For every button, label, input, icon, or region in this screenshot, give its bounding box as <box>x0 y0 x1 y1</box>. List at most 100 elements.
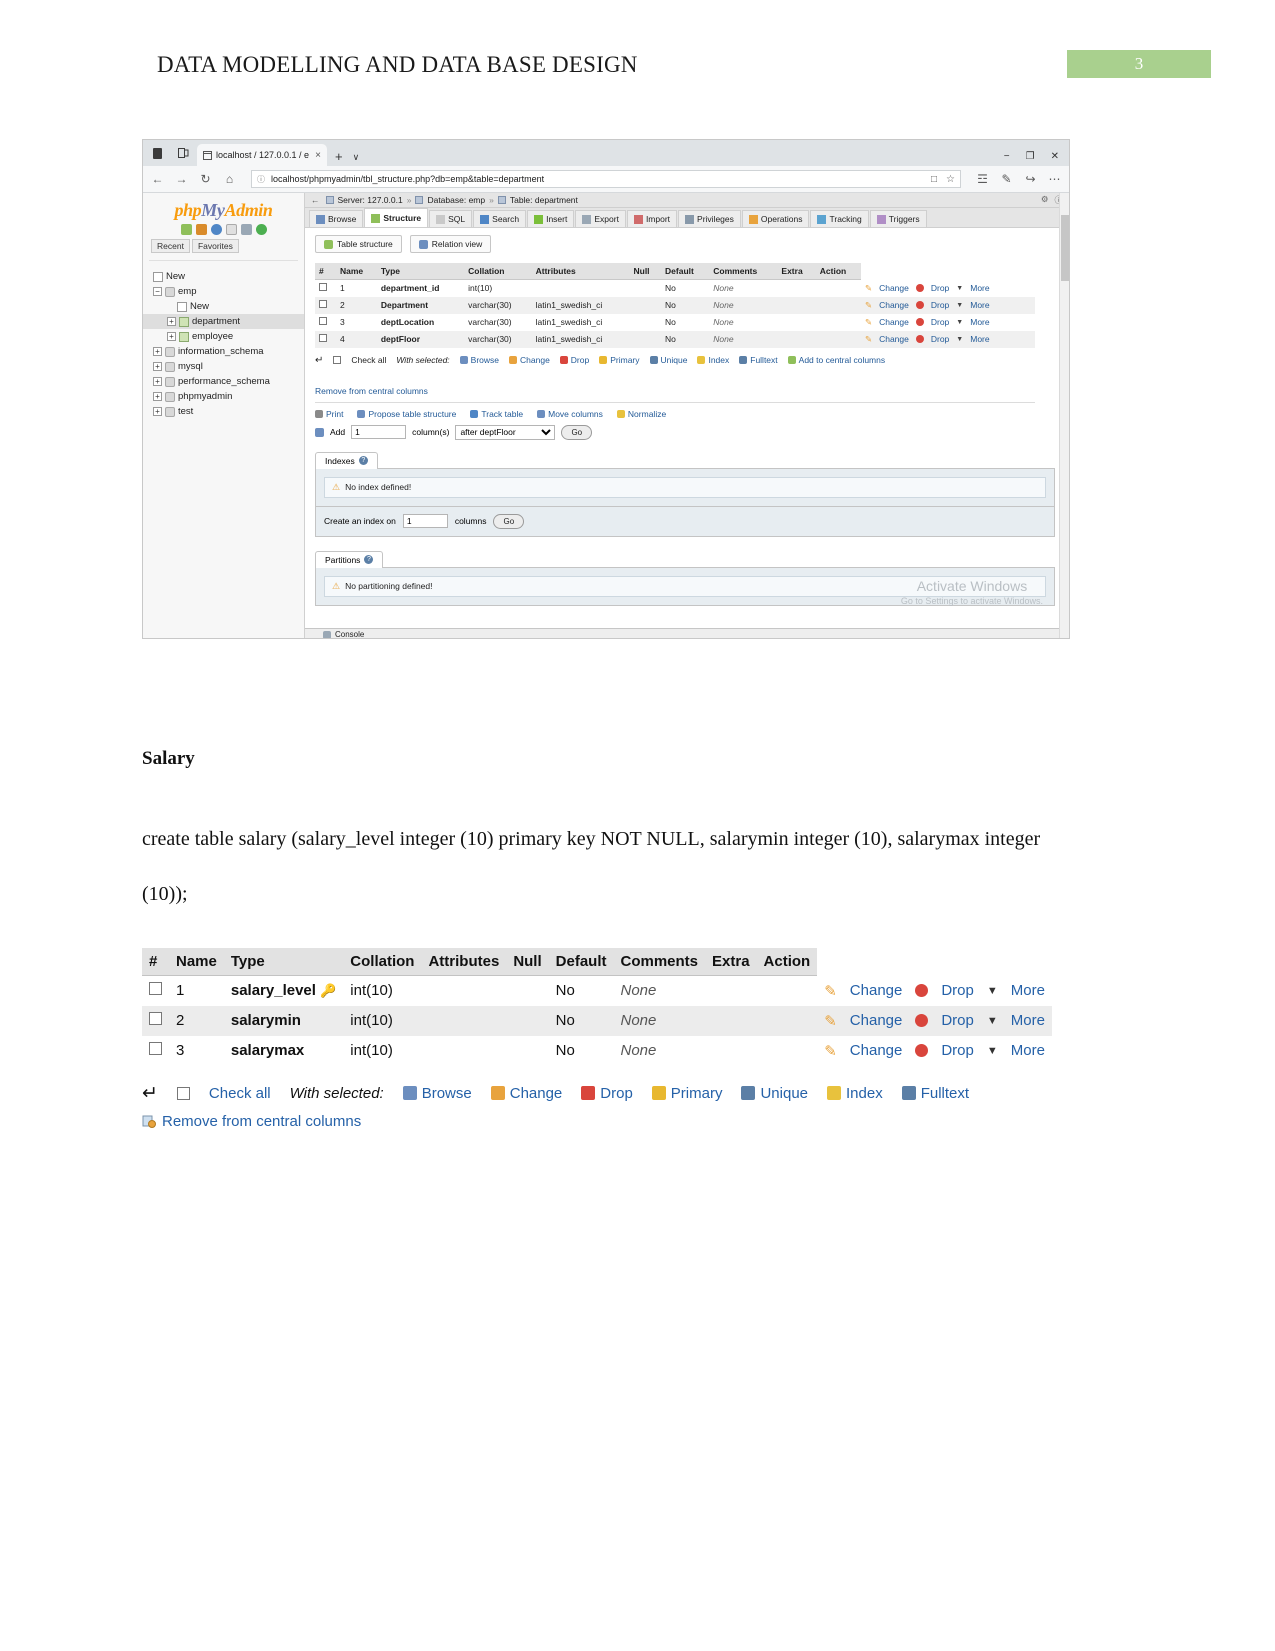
close-tab-icon[interactable]: × <box>315 150 321 161</box>
help-icon[interactable]: ? <box>364 555 374 564</box>
link-label[interactable]: Print <box>326 409 343 419</box>
tab-insert[interactable]: Insert <box>527 210 575 227</box>
more-link[interactable]: More <box>1011 1042 1045 1059</box>
expander-icon[interactable]: − <box>153 287 162 296</box>
column-header-collation[interactable]: Collation <box>464 263 532 280</box>
reload-icon[interactable]: ↻ <box>199 172 212 186</box>
drop-link[interactable]: Drop <box>931 300 949 310</box>
column-header-extra[interactable]: Extra <box>705 948 757 976</box>
column-header-type[interactable]: Type <box>376 263 465 280</box>
remove-from-central-columns-link[interactable]: Remove from central columns <box>315 386 428 396</box>
check-all-label[interactable]: Check all <box>351 355 386 365</box>
chevron-down-icon[interactable]: ▼ <box>956 319 963 326</box>
sql-icon[interactable] <box>195 224 207 235</box>
back-icon[interactable]: ← <box>151 172 164 186</box>
row-checkbox[interactable] <box>149 982 162 996</box>
more-options-icon[interactable]: ⋯ <box>1048 172 1061 186</box>
tree-item-test[interactable]: + test <box>143 404 304 419</box>
create-index-go-button[interactable]: Go <box>493 513 525 529</box>
with-selected-drop[interactable]: Drop <box>581 1085 633 1102</box>
remove-from-central-columns-link[interactable]: Remove from central columns <box>162 1113 361 1130</box>
link-label[interactable]: Fulltext <box>921 1085 969 1102</box>
with-selected-add-to-central-columns[interactable]: Add to central columns <box>787 355 885 365</box>
expander-icon[interactable]: + <box>153 407 162 416</box>
console-bar[interactable]: Console <box>305 628 1069 638</box>
change-link[interactable]: Change <box>850 982 903 999</box>
column-header-attributes[interactable]: Attributes <box>421 948 507 976</box>
tree-item-new[interactable]: New <box>143 299 304 314</box>
with-selected-index[interactable]: Index <box>827 1085 883 1102</box>
tab-import[interactable]: Import <box>626 210 678 227</box>
tab-table-structure[interactable]: Table structure <box>315 235 402 253</box>
create-index-count-input[interactable] <box>402 514 448 528</box>
add-position-select[interactable]: after deptFloor <box>455 424 556 440</box>
tree-item-employee[interactable]: + employee <box>143 329 304 344</box>
maximize-button[interactable]: ❐ <box>1026 151 1035 162</box>
breadcrumb-database[interactable]: Database: emp <box>427 195 485 205</box>
drop-link[interactable]: Drop <box>931 317 949 327</box>
close-window-button[interactable]: ✕ <box>1051 151 1059 162</box>
more-link[interactable]: More <box>970 317 989 327</box>
globe-icon[interactable] <box>210 224 222 235</box>
link-label[interactable]: Change <box>510 1085 563 1102</box>
operation-track-table[interactable]: Track table <box>470 409 523 419</box>
with-selected-change[interactable]: Change <box>490 1085 563 1102</box>
link-label[interactable]: Primary <box>671 1085 723 1102</box>
column-header-name[interactable]: Name <box>169 948 224 976</box>
link-label[interactable]: Fulltext <box>750 355 777 365</box>
chevron-down-icon[interactable]: ▼ <box>987 1015 998 1027</box>
with-selected-primary[interactable]: Primary <box>651 1085 723 1102</box>
column-header-default[interactable]: Default <box>661 263 710 280</box>
more-link[interactable]: More <box>970 334 989 344</box>
link-label[interactable]: Unique <box>760 1085 808 1102</box>
forward-icon[interactable]: → <box>175 172 188 186</box>
tree-item-emp[interactable]: − emp <box>143 284 304 299</box>
help-icon[interactable]: ? <box>358 456 368 465</box>
column-header-attributes[interactable]: Attributes <box>531 263 630 280</box>
row-checkbox[interactable] <box>149 1012 162 1025</box>
sidebar-recent-button[interactable]: Recent <box>151 239 190 253</box>
breadcrumb-back-icon[interactable]: ← <box>311 195 320 205</box>
breadcrumb-server[interactable]: Server: 127.0.0.1 <box>338 195 403 205</box>
tab-relation-view[interactable]: Relation view <box>409 235 492 253</box>
settings-icon[interactable] <box>240 224 252 235</box>
row-select-cell[interactable] <box>315 330 336 348</box>
more-link[interactable]: More <box>970 300 989 310</box>
sidebar-favorites-button[interactable]: Favorites <box>191 239 239 253</box>
tree-item-performance_schema[interactable]: + performance_schema <box>143 374 304 389</box>
with-selected-unique[interactable]: Unique <box>649 355 687 365</box>
tab-sql[interactable]: SQL <box>429 210 473 227</box>
link-label[interactable]: Browse <box>471 355 499 365</box>
chevron-down-icon[interactable]: ▼ <box>956 285 963 292</box>
with-selected-unique[interactable]: Unique <box>741 1085 808 1102</box>
drop-link[interactable]: Drop <box>941 1012 974 1029</box>
change-link[interactable]: Change <box>850 1012 903 1029</box>
column-header-collation[interactable]: Collation <box>343 948 422 976</box>
site-info-icon[interactable]: ⓘ <box>257 174 265 185</box>
column-header-null[interactable]: Null <box>506 948 549 976</box>
with-selected-fulltext[interactable]: Fulltext <box>901 1085 969 1102</box>
link-label[interactable]: Drop <box>600 1085 633 1102</box>
drop-link[interactable]: Drop <box>931 334 949 344</box>
row-select-cell[interactable] <box>315 296 336 314</box>
chevron-down-icon[interactable]: ▼ <box>987 1045 998 1057</box>
row-select-cell[interactable] <box>142 1005 169 1036</box>
row-checkbox[interactable] <box>319 283 327 292</box>
expander-icon[interactable]: + <box>153 362 162 371</box>
link-label[interactable]: Primary <box>610 355 639 365</box>
tab-triggers[interactable]: Triggers <box>869 210 927 227</box>
link-label[interactable]: Normalize <box>628 409 666 419</box>
drop-link[interactable]: Drop <box>931 283 949 293</box>
column-header-num[interactable]: # <box>315 263 336 280</box>
column-header-default[interactable]: Default <box>548 948 614 976</box>
column-header-type[interactable]: Type <box>223 948 344 976</box>
chevron-down-icon[interactable]: ▼ <box>956 336 963 343</box>
tab-browse[interactable]: Browse <box>309 210 364 227</box>
link-label[interactable]: Change <box>520 355 550 365</box>
link-label[interactable]: Move columns <box>548 409 603 419</box>
operation-normalize[interactable]: Normalize <box>616 409 666 419</box>
link-label[interactable]: Index <box>708 355 729 365</box>
row-checkbox[interactable] <box>319 300 327 308</box>
expander-icon[interactable]: + <box>167 332 176 341</box>
change-link[interactable]: Change <box>879 334 909 344</box>
